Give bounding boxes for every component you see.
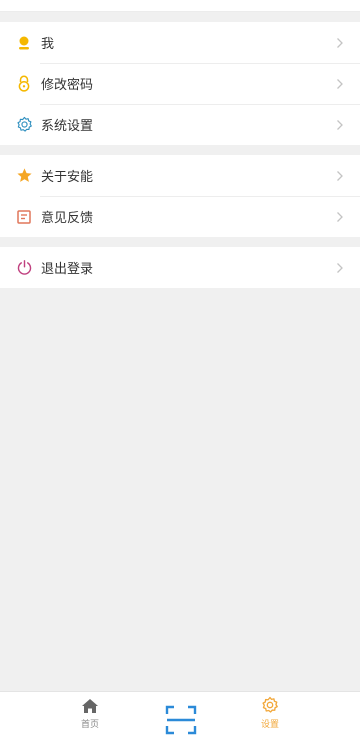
menu-item-about-label: 关于安能	[41, 170, 94, 185]
menu-item-me[interactable]: 我	[0, 22, 360, 63]
menu-item-logout[interactable]: 退出登录	[0, 247, 360, 288]
menu-group-about: 关于安能 意见反馈	[0, 155, 360, 237]
feedback-icon	[15, 208, 33, 226]
gear-icon	[15, 116, 33, 134]
chevron-right-icon	[328, 262, 352, 274]
menu-item-change-password[interactable]: 修改密码	[0, 63, 360, 104]
home-icon	[81, 698, 99, 718]
chevron-right-icon	[328, 211, 352, 223]
menu-item-feedback-label: 意见反馈	[41, 211, 94, 226]
user-icon	[15, 34, 33, 52]
tab-home-label: 首页	[80, 720, 99, 730]
settings-page: 我 修改密码 系统设置 关于安能 意见反馈 退出登录 首页 设置	[0, 0, 360, 735]
top-strip	[0, 0, 360, 12]
lock-icon	[15, 75, 33, 93]
chevron-right-icon	[328, 170, 352, 182]
menu-item-logout-label: 退出登录	[41, 262, 94, 277]
power-icon	[15, 259, 33, 277]
chevron-right-icon	[328, 37, 352, 49]
menu-item-about[interactable]: 关于安能	[0, 155, 360, 196]
gear-icon	[261, 696, 279, 718]
chevron-right-icon	[328, 78, 352, 90]
chevron-right-icon	[328, 119, 352, 131]
menu-item-system-settings-label: 系统设置	[41, 119, 94, 134]
menu-item-change-password-label: 修改密码	[41, 78, 94, 93]
star-icon	[15, 167, 33, 185]
scan-button[interactable]	[165, 705, 197, 735]
menu-group-account: 我 修改密码 系统设置	[0, 22, 360, 145]
tab-settings[interactable]: 设置	[240, 692, 300, 735]
tab-settings-label: 设置	[260, 720, 279, 730]
menu-item-system-settings[interactable]: 系统设置	[0, 104, 360, 145]
scan-icon	[165, 705, 197, 735]
menu-item-feedback[interactable]: 意见反馈	[0, 196, 360, 237]
menu-group-logout: 退出登录	[0, 247, 360, 288]
bottom-tab-bar: 首页 设置	[0, 691, 360, 735]
tab-home[interactable]: 首页	[60, 692, 120, 735]
menu-item-me-label: 我	[41, 37, 55, 52]
